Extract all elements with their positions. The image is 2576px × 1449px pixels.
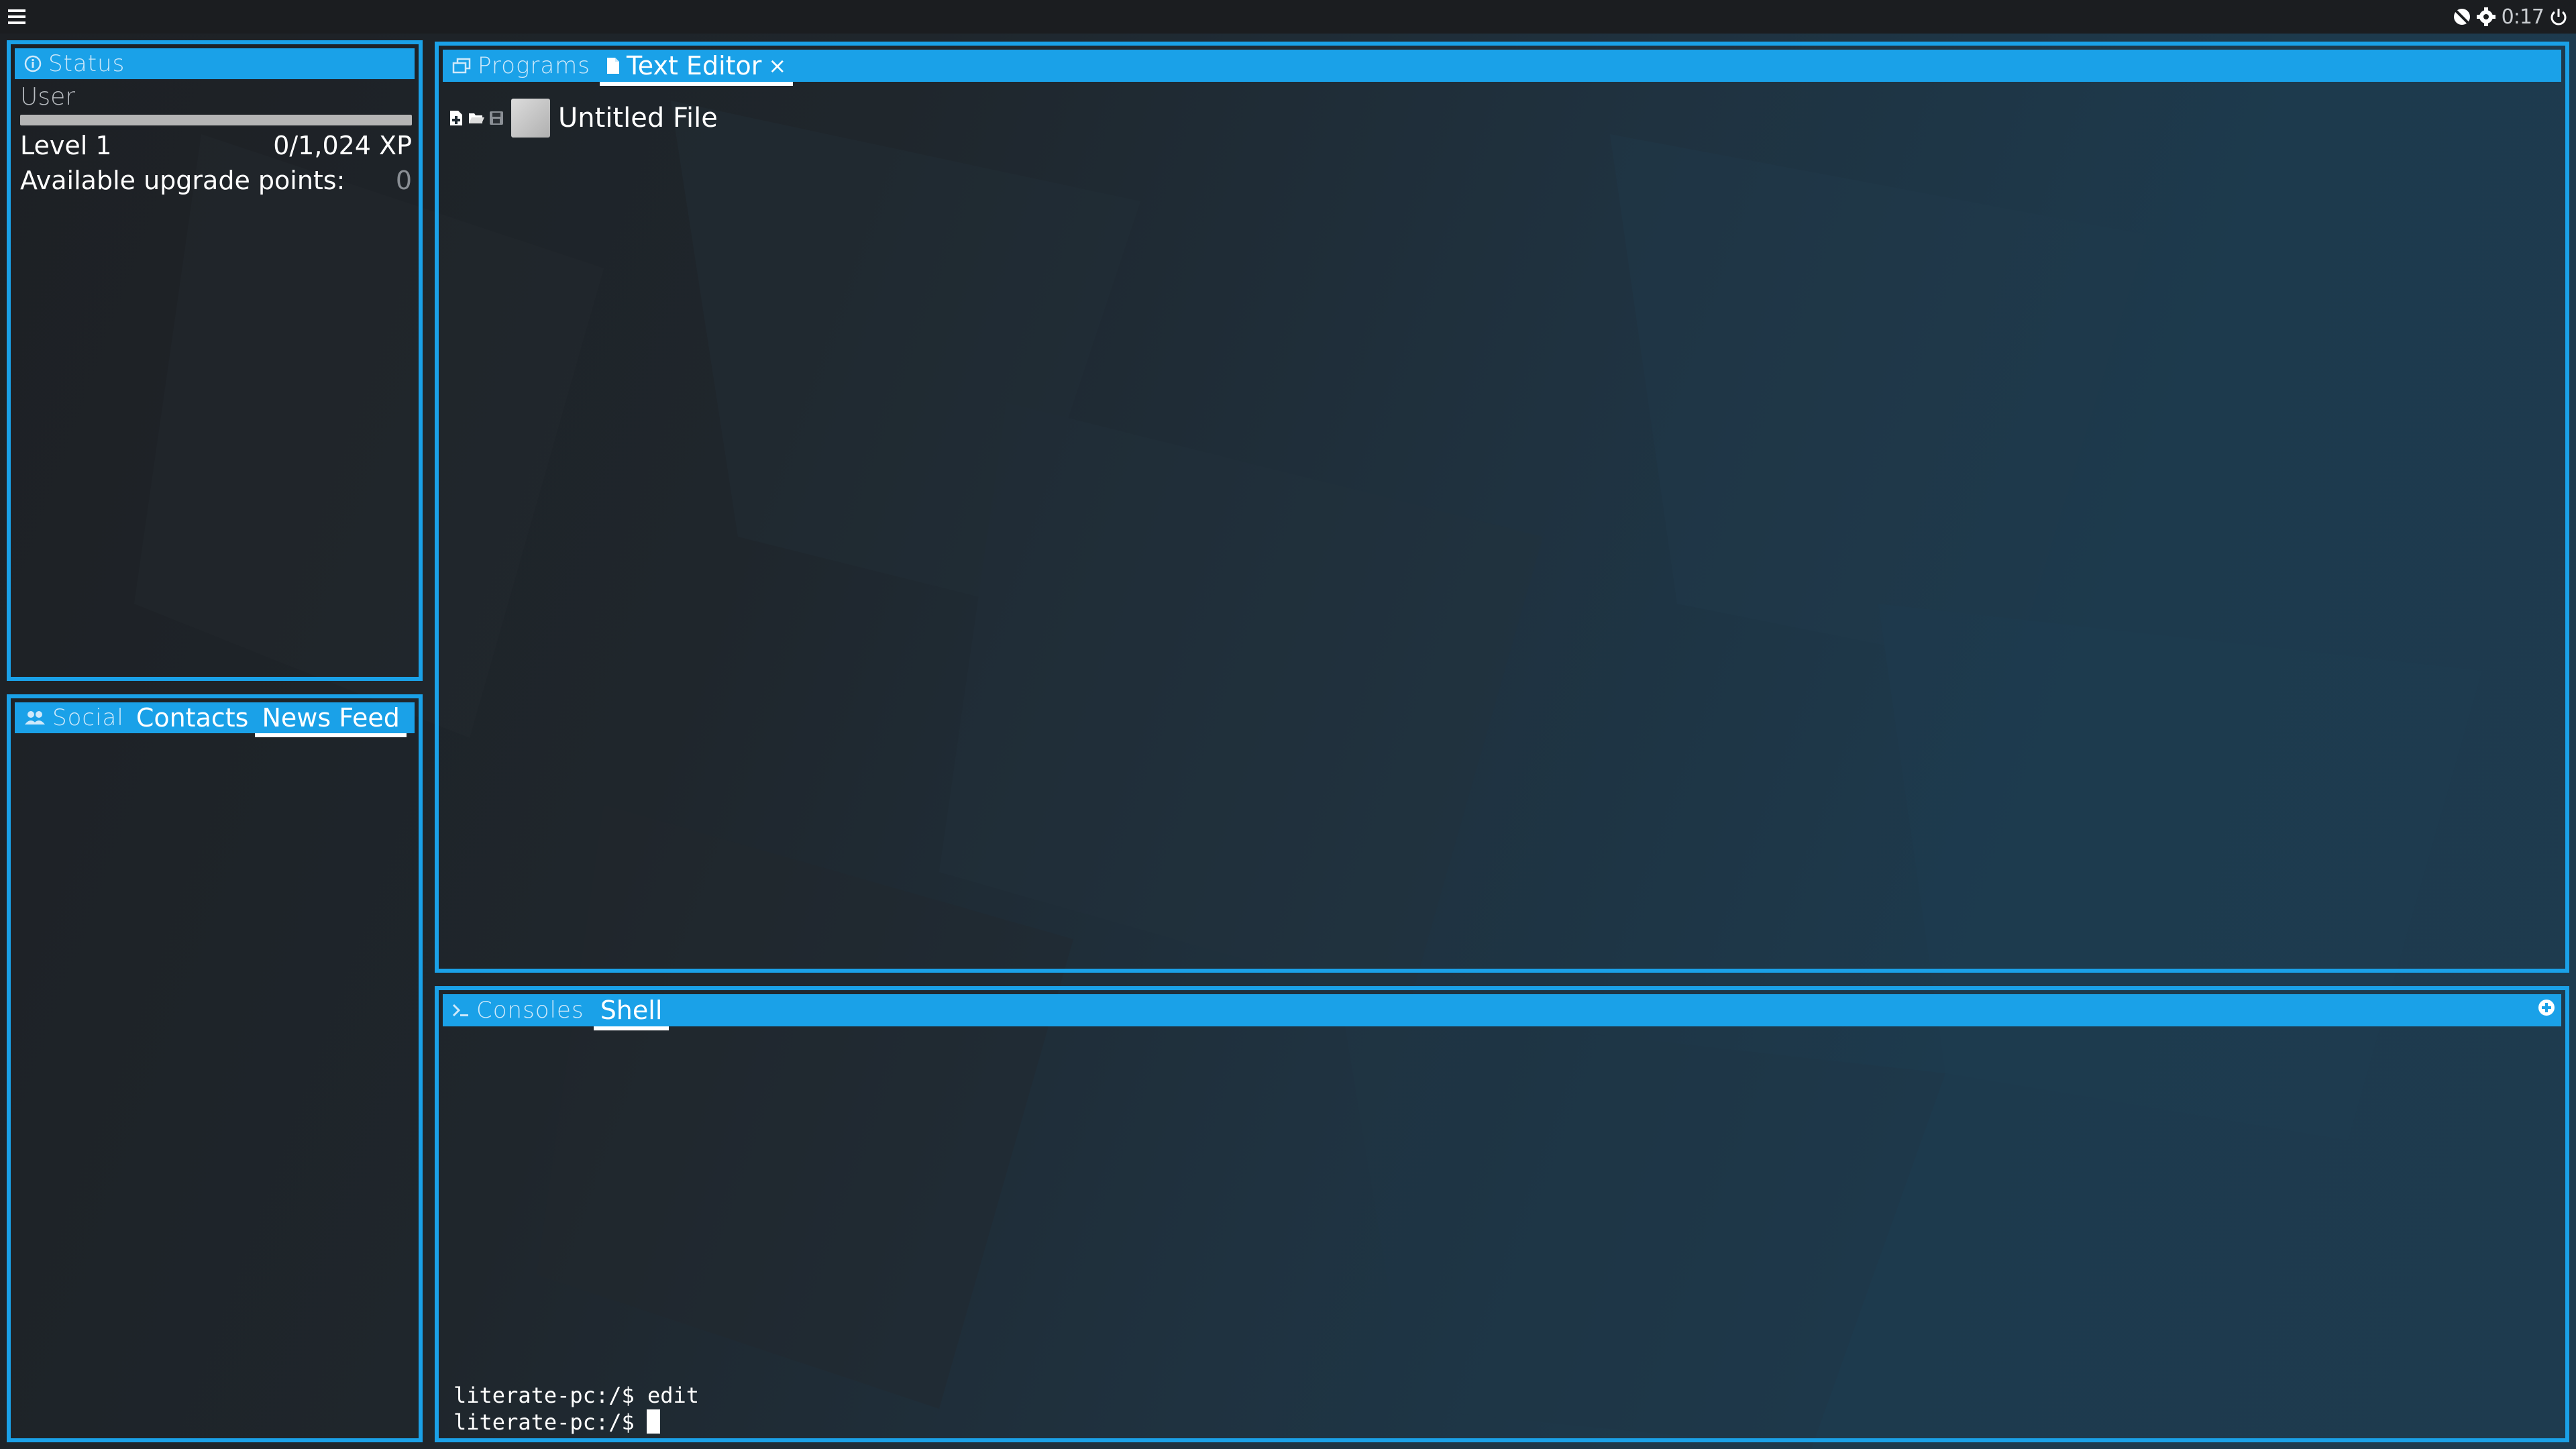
status-titlebar: Status <box>15 48 415 79</box>
status-panel: Status User Level 1 0/1,024 XP Available… <box>7 40 423 681</box>
menu-icon[interactable] <box>8 9 25 24</box>
tab-text-editor-label: Text Editor <box>627 51 762 80</box>
consoles-title: Consoles <box>476 997 584 1024</box>
info-icon <box>24 55 42 72</box>
user-label: User <box>20 83 76 111</box>
power-icon[interactable] <box>2549 7 2568 27</box>
terminal-cursor <box>646 1409 660 1434</box>
editor-toolbar: Untitled File <box>448 98 718 138</box>
network-off-icon[interactable] <box>2452 7 2472 27</box>
consoles-panel: Consoles Shell literate-pc:/$ edit liter… <box>435 986 2569 1442</box>
clock: 0:17 <box>2501 5 2544 29</box>
tab-news-feed[interactable]: News Feed <box>255 702 407 737</box>
settings-icon[interactable] <box>2476 7 2496 27</box>
tab-shell[interactable]: Shell <box>593 994 669 1030</box>
new-file-icon[interactable] <box>448 110 464 126</box>
tab-shell-label: Shell <box>600 996 663 1025</box>
file-icon <box>607 58 619 74</box>
terminal-prompt-line: literate-pc:/$ <box>453 1409 699 1436</box>
status-title: Status <box>48 50 125 77</box>
terminal-prompt: literate-pc:/$ <box>453 1409 635 1435</box>
file-name[interactable]: Untitled File <box>558 103 718 133</box>
programs-titlebar: Programs Text Editor × <box>443 50 2561 86</box>
social-titlebar: Social Contacts News Feed <box>15 702 415 737</box>
open-folder-icon[interactable] <box>468 110 484 126</box>
terminal-line: literate-pc:/$ edit <box>453 1383 700 1408</box>
save-icon[interactable] <box>488 110 504 126</box>
add-console-icon[interactable] <box>2537 998 2556 1017</box>
terminal-icon <box>452 1004 468 1017</box>
upgrade-points-value: 0 <box>395 166 412 195</box>
tab-text-editor[interactable]: Text Editor × <box>600 50 794 86</box>
social-title: Social <box>52 704 124 731</box>
close-icon[interactable]: × <box>768 53 786 78</box>
xp-value: 0/1,024 XP <box>273 131 412 160</box>
system-tray: 0:17 <box>2452 4 2568 30</box>
tab-contacts[interactable]: Contacts <box>129 702 256 733</box>
windows-icon <box>452 58 471 74</box>
xp-progress-bar <box>20 115 412 125</box>
top-bar: 0:17 <box>0 0 2576 34</box>
terminal-output[interactable]: literate-pc:/$ edit literate-pc:/$ <box>453 1382 699 1436</box>
consoles-titlebar: Consoles Shell <box>443 994 2561 1030</box>
file-thumbnail <box>511 99 550 138</box>
tab-news-feed-label: News Feed <box>262 703 400 733</box>
people-icon <box>25 711 45 724</box>
programs-panel: Programs Text Editor × Untitled File <box>435 42 2569 973</box>
upgrade-points-label: Available upgrade points: <box>20 166 345 195</box>
social-panel: Social Contacts News Feed <box>7 694 423 1442</box>
tab-contacts-label: Contacts <box>136 703 249 733</box>
programs-title: Programs <box>478 52 590 79</box>
level-label: Level 1 <box>20 131 112 160</box>
